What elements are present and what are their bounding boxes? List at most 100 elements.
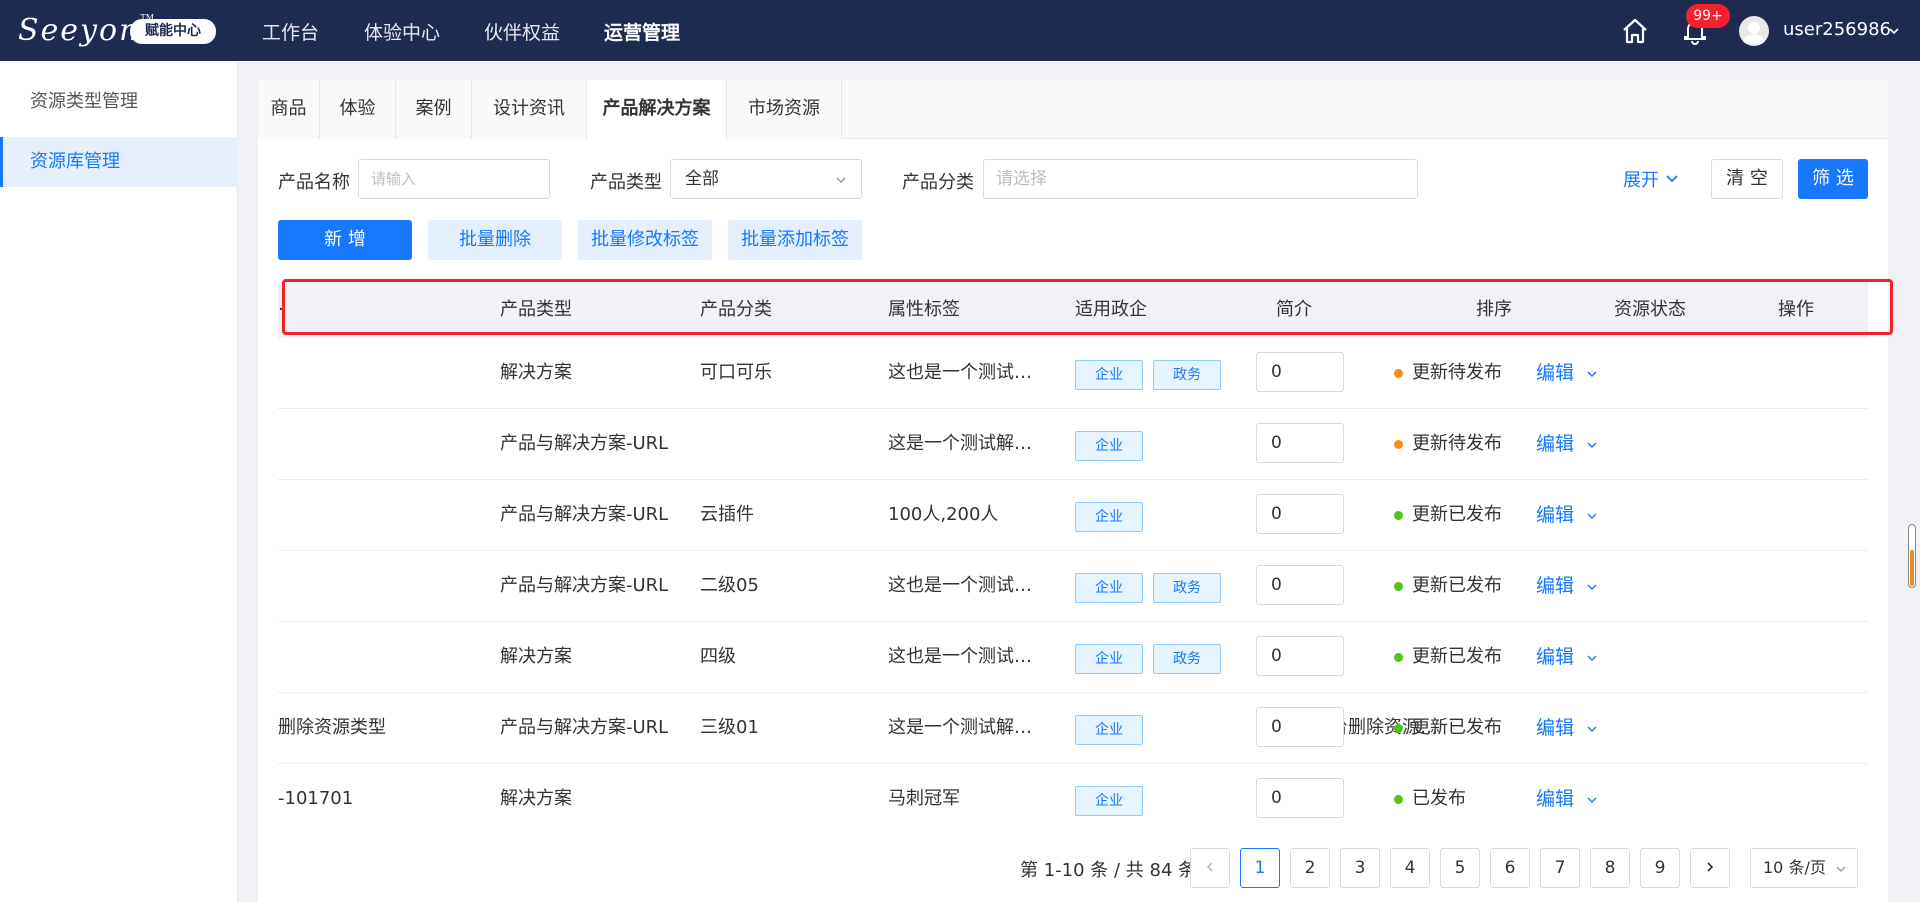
chevron-down-icon[interactable] [1586, 652, 1598, 664]
edit-link[interactable]: 编辑 [1536, 551, 1574, 621]
cell-name: -101701 [278, 788, 354, 809]
cell-category: 三级01 [700, 717, 759, 738]
chevron-down-icon[interactable] [1888, 25, 1900, 37]
status-dot-icon [1394, 653, 1403, 662]
cell-attr: 这也是一个测试解… [888, 362, 1048, 383]
table-row: 产品与解决方案-URL这是一个测试解决…etwer企业更新待发布编辑 [278, 409, 1868, 480]
table-header-applicable-sector: 适用政企 [1075, 299, 1147, 320]
chevron-down-icon [836, 177, 846, 183]
pagination-page-button[interactable]: 9 [1640, 848, 1680, 888]
add-button[interactable]: 新 增 [278, 220, 412, 260]
pagination-page-button[interactable]: 4 [1390, 848, 1430, 888]
status-dot-icon [1394, 369, 1403, 378]
sector-tag: 政务 [1153, 573, 1221, 603]
batch-add-tags-button[interactable]: 批量添加标签 [728, 220, 862, 260]
sort-input[interactable] [1256, 423, 1344, 463]
sidebar-item-resource-type-management[interactable]: 资源类型管理 [0, 77, 238, 127]
sidebar: 资源类型管理 资源库管理 [0, 61, 238, 902]
status-dot-icon [1394, 440, 1403, 449]
edit-link[interactable]: 编辑 [1536, 764, 1574, 834]
pagination-page-button[interactable]: 2 [1290, 848, 1330, 888]
tab-market-resources[interactable]: 市场资源 [727, 80, 842, 139]
nav-partner-benefits[interactable]: 伙伴权益 [484, 18, 560, 45]
table-row: 产品与解决方案-URL云插件100人,200人11企业更新已发布编辑 [278, 480, 1868, 551]
cell-type: 解决方案 [500, 362, 572, 383]
chevron-down-icon[interactable] [1586, 368, 1598, 380]
notification-badge[interactable]: 99+ [1686, 4, 1730, 28]
table-header-actions: 操作 [1778, 299, 1814, 320]
cell-name [278, 622, 478, 692]
cell-category: 可口可乐 [700, 362, 772, 383]
home-icon[interactable] [1621, 17, 1649, 45]
sector-tag: 企业 [1075, 786, 1143, 816]
chevron-down-icon[interactable] [1586, 439, 1598, 451]
pagination-page-button[interactable]: 1 [1240, 848, 1280, 888]
batch-edit-tags-button[interactable]: 批量修改标签 [578, 220, 712, 260]
edit-link[interactable]: 编辑 [1536, 693, 1574, 763]
table-header-sort: 排序 [1476, 299, 1512, 320]
chevron-down-icon[interactable] [1586, 794, 1598, 806]
avatar[interactable] [1739, 16, 1769, 46]
pagination-page-button[interactable]: 6 [1490, 848, 1530, 888]
tab-design-news[interactable]: 设计资讯 [472, 80, 587, 139]
edit-link[interactable]: 编辑 [1536, 409, 1574, 479]
status-text: 已发布 [1412, 788, 1466, 809]
status-text: 更新已发布 [1412, 717, 1502, 738]
nav-operations[interactable]: 运营管理 [604, 18, 680, 45]
edit-link[interactable]: 编辑 [1536, 622, 1574, 692]
tab-product-solutions[interactable]: 产品解决方案 [587, 80, 727, 140]
cell-category: 四级 [700, 646, 736, 667]
chevron-down-icon[interactable] [1586, 723, 1598, 735]
pagination-prev-button[interactable] [1190, 848, 1230, 888]
batch-delete-button[interactable]: 批量删除 [428, 220, 562, 260]
table-header-resource-status: 资源状态 [1614, 299, 1686, 320]
expand-filters-link[interactable]: 展开 [1623, 166, 1679, 192]
pagination-page-button[interactable]: 5 [1440, 848, 1480, 888]
tab-cases[interactable]: 案例 [396, 80, 472, 139]
main-panel: 商品 体验 案例 设计资讯 产品解决方案 市场资源 产品名称 产品类型 全部 产… [258, 80, 1893, 902]
username[interactable]: user256986 [1783, 19, 1891, 40]
sort-input[interactable] [1256, 494, 1344, 534]
sidebar-item-resource-library-management[interactable]: 资源库管理 [0, 137, 238, 187]
pagination-page-button[interactable]: 3 [1340, 848, 1380, 888]
sector-tag: 企业 [1075, 431, 1143, 461]
product-type-label: 产品类型 [590, 172, 662, 193]
pagination-page-button[interactable]: 8 [1590, 848, 1630, 888]
sector-tag: 政务 [1153, 644, 1221, 674]
filter-button[interactable]: 筛 选 [1798, 159, 1868, 199]
cell-attr: 这是一个测试解决… [888, 717, 1048, 738]
pagination-page-button[interactable]: 7 [1540, 848, 1580, 888]
table-row: 删除资源类型 产品与解决方案-URL 三级01 这是一个测试解决… 测试后台删除资源… 企… [278, 693, 1868, 764]
cell-name [278, 551, 478, 621]
sort-input[interactable] [1256, 707, 1344, 747]
clear-button[interactable]: 清 空 [1711, 159, 1783, 199]
tab-experience[interactable]: 体验 [320, 80, 396, 139]
chevron-down-icon[interactable] [1586, 510, 1598, 522]
scrollbar-marker [1910, 550, 1914, 586]
edit-link[interactable]: 编辑 [1536, 480, 1574, 550]
pagination: 第 1-10 条 / 共 84 条 123456789 10 条/页 [258, 834, 1888, 902]
nav-workbench[interactable]: 工作台 [262, 18, 319, 45]
product-name-input[interactable] [358, 159, 550, 199]
table-header-name-fragment: · [278, 299, 284, 320]
cell-name [278, 338, 478, 408]
chevron-down-icon [1836, 866, 1846, 872]
product-type-select[interactable]: 全部 [670, 159, 862, 199]
table-header: · 产品类型 产品分类 属性标签 适用政企 简介 排序 资源状态 操作 [278, 282, 1868, 338]
product-category-input[interactable] [983, 159, 1418, 199]
page-size-select[interactable]: 10 条/页 [1750, 848, 1858, 888]
brand-pill: 赋能中心 [130, 19, 216, 44]
tab-products[interactable]: 商品 [258, 80, 320, 139]
pagination-next-button[interactable] [1690, 848, 1730, 888]
top-navigation-bar: SeeyonTM 赋能中心 工作台 体验中心 伙伴权益 运营管理 99+ use… [0, 0, 1920, 61]
page-scrollbar[interactable] [1908, 62, 1918, 902]
sort-input[interactable] [1256, 565, 1344, 605]
edit-link[interactable]: 编辑 [1536, 338, 1574, 408]
sort-input[interactable] [1256, 636, 1344, 676]
sort-input[interactable] [1256, 352, 1344, 392]
cell-attr: 马刺冠军 [888, 788, 960, 809]
chevron-down-icon[interactable] [1586, 581, 1598, 593]
product-type-value: 全部 [685, 169, 719, 189]
nav-experience-center[interactable]: 体验中心 [364, 18, 440, 45]
sort-input[interactable] [1256, 778, 1344, 818]
